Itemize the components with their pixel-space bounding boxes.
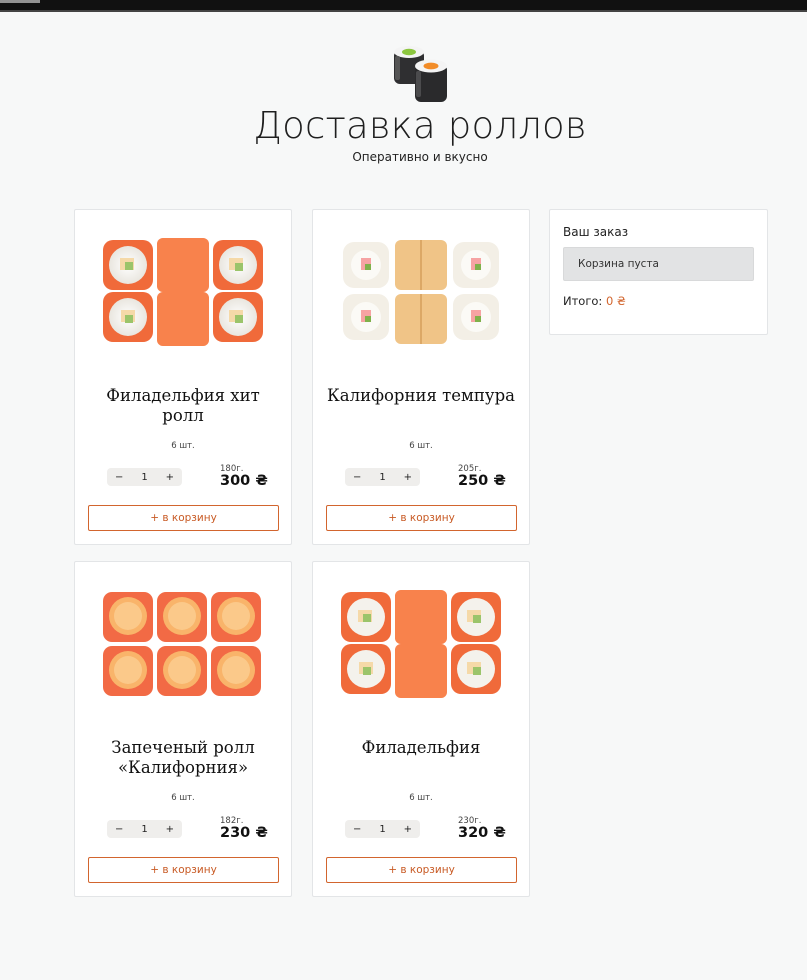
add-to-cart-button[interactable]: + в корзину [326, 505, 517, 531]
product-image-baked-california [103, 592, 261, 696]
increase-button[interactable]: + [404, 824, 412, 835]
product-price: 230 ₴ [220, 825, 268, 841]
product-pieces: 6 шт. [409, 441, 433, 451]
quantity-stepper: − 1 + [107, 468, 182, 486]
product-card: Запеченый ролл «Калифорния» 6 шт. − 1 + … [74, 561, 292, 897]
decrease-button[interactable]: − [115, 824, 123, 835]
sushi-logo-icon [394, 46, 447, 102]
product-image-philadelphia [341, 590, 501, 698]
decrease-button[interactable]: − [115, 472, 123, 483]
add-to-cart-button[interactable]: + в корзину [88, 857, 279, 883]
decrease-button[interactable]: − [353, 824, 361, 835]
quantity-value: 1 [379, 471, 386, 483]
product-card: Калифорния темпура 6 шт. − 1 + 205г. 250… [312, 209, 530, 545]
page-title: Доставка роллов [253, 104, 587, 147]
product-price: 300 ₴ [220, 473, 268, 489]
browser-top-bar [0, 0, 807, 12]
order-total: Итого: 0 ₴ [563, 294, 626, 308]
page-subtitle: Оперативно и вкусно [352, 150, 488, 164]
quantity-value: 1 [379, 823, 386, 835]
product-name: Филадельфия хит ролл [106, 386, 260, 425]
product-name: Филадельфия [361, 738, 481, 757]
quantity-stepper: − 1 + [345, 468, 420, 486]
product-pieces: 6 шт. [171, 793, 195, 803]
order-panel: Ваш заказ Корзина пуста Итого: 0 ₴ [549, 209, 768, 335]
increase-button[interactable]: + [404, 472, 412, 483]
increase-button[interactable]: + [166, 824, 174, 835]
add-to-cart-button[interactable]: + в корзину [326, 857, 517, 883]
quantity-value: 1 [141, 823, 148, 835]
product-pieces: 6 шт. [409, 793, 433, 803]
top-bar-mark [0, 0, 40, 3]
quantity-stepper: − 1 + [107, 820, 182, 838]
product-card: Филадельфия хит ролл 6 шт. − 1 + 180г. 3… [74, 209, 292, 545]
increase-button[interactable]: + [166, 472, 174, 483]
product-image-california-tempura [343, 240, 499, 344]
product-price: 250 ₴ [458, 473, 506, 489]
order-total-value: 0 ₴ [605, 294, 626, 308]
add-to-cart-button[interactable]: + в корзину [88, 505, 279, 531]
product-image-philadelphia-hit-roll [103, 238, 263, 346]
product-pieces: 6 шт. [171, 441, 195, 451]
product-name: Запеченый ролл «Калифорния» [111, 738, 255, 777]
cart-empty-message: Корзина пуста [563, 247, 754, 281]
order-heading: Ваш заказ [563, 225, 629, 239]
quantity-value: 1 [141, 471, 148, 483]
quantity-stepper: − 1 + [345, 820, 420, 838]
product-price: 320 ₴ [458, 825, 506, 841]
decrease-button[interactable]: − [353, 472, 361, 483]
order-total-label: Итого: [563, 294, 603, 308]
product-name: Калифорния темпура [327, 386, 515, 405]
product-card: Филадельфия 6 шт. − 1 + 230г. 320 ₴ + в … [312, 561, 530, 897]
